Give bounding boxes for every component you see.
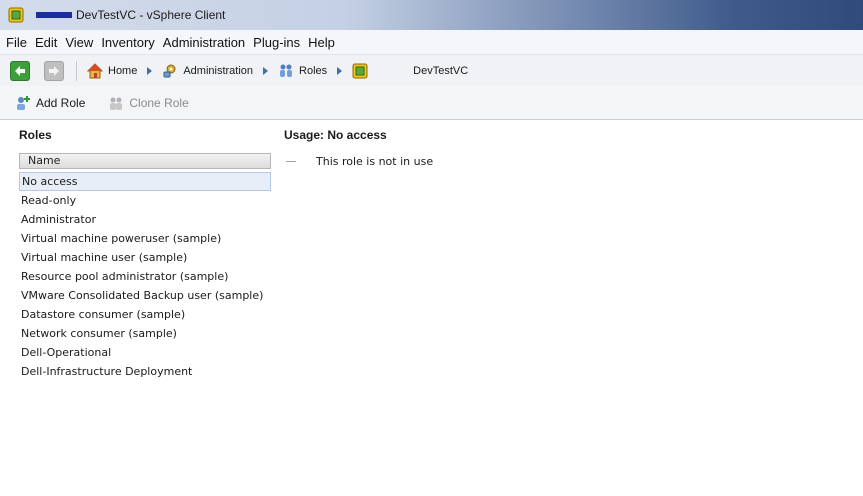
toolbar: Add Role Clone Role	[0, 86, 863, 120]
add-role-button[interactable]: Add Role	[14, 94, 85, 112]
tree-connector	[286, 161, 296, 162]
nav-separator	[76, 60, 77, 81]
window-title: DevTestVC - vSphere Client	[76, 8, 226, 22]
clone-role-icon	[110, 97, 123, 110]
navigation-bar: Home Administration Roles DevTestVC	[0, 54, 863, 86]
roles-list: No access Read-only Administrator Virtua…	[19, 172, 271, 381]
breadcrumb-arrow-icon	[147, 66, 153, 75]
add-role-icon	[17, 95, 30, 110]
menu-help[interactable]: Help	[308, 35, 335, 50]
role-item-dell-infrastructure-deployment[interactable]: Dell-Infrastructure Deployment	[19, 362, 271, 381]
title-bar: DevTestVC - vSphere Client	[0, 0, 863, 30]
vsphere-app-icon	[8, 7, 24, 23]
breadcrumb-label: Home	[108, 64, 138, 77]
role-item-no-access[interactable]: No access	[19, 172, 271, 191]
breadcrumb-arrow-icon	[337, 66, 343, 75]
usage-heading: Usage: No access	[284, 128, 387, 142]
forward-arrow-icon	[49, 65, 59, 76]
menu-edit[interactable]: Edit	[35, 35, 57, 50]
role-item-read-only[interactable]: Read-only	[19, 191, 271, 210]
breadcrumb-administration[interactable]: Administration	[162, 63, 253, 79]
add-role-label: Add Role	[36, 95, 86, 110]
role-item-vcb-user[interactable]: VMware Consolidated Backup user (sample)	[19, 286, 271, 305]
role-item-vm-user[interactable]: Virtual machine user (sample)	[19, 248, 271, 267]
breadcrumb-roles[interactable]: Roles	[278, 63, 327, 79]
role-item-dell-operational[interactable]: Dell-Operational	[19, 343, 271, 362]
role-item-administrator[interactable]: Administrator	[19, 210, 271, 229]
menu-view[interactable]: View	[65, 35, 93, 50]
usage-message: This role is not in use	[316, 155, 434, 168]
roles-heading: Roles	[19, 128, 52, 142]
title-bar-accent	[36, 12, 72, 18]
role-item-vm-poweruser[interactable]: Virtual machine poweruser (sample)	[19, 229, 271, 248]
breadcrumb-label: Roles	[299, 64, 328, 77]
menu-administration[interactable]: Administration	[163, 35, 245, 50]
breadcrumb-label: DevTestVC	[413, 64, 469, 77]
clone-role-button[interactable]: Clone Role	[107, 94, 189, 112]
usage-row: This role is not in use	[286, 155, 433, 168]
breadcrumb-arrow-icon	[263, 66, 269, 75]
roles-icon	[280, 64, 293, 77]
menu-plug-ins[interactable]: Plug-ins	[253, 35, 300, 50]
menu-file[interactable]: File	[6, 35, 27, 50]
vcenter-icon	[352, 63, 368, 78]
breadcrumb-vcenter[interactable]: DevTestVC	[352, 63, 468, 79]
back-arrow-icon	[15, 65, 25, 76]
administration-icon	[163, 64, 176, 77]
menu-bar: File Edit View Inventory Administration …	[0, 30, 863, 54]
role-item-network-consumer[interactable]: Network consumer (sample)	[19, 324, 271, 343]
forward-button[interactable]	[44, 60, 64, 81]
breadcrumb-label: Administration	[183, 64, 254, 77]
breadcrumb-home[interactable]: Home	[87, 62, 138, 79]
menu-inventory[interactable]: Inventory	[101, 35, 154, 50]
clone-role-label: Clone Role	[129, 95, 189, 110]
name-column-header[interactable]: Name	[19, 153, 271, 169]
role-item-resource-pool-admin[interactable]: Resource pool administrator (sample)	[19, 267, 271, 286]
back-button[interactable]	[10, 60, 30, 81]
role-item-datastore-consumer[interactable]: Datastore consumer (sample)	[19, 305, 271, 324]
home-icon	[87, 62, 103, 78]
